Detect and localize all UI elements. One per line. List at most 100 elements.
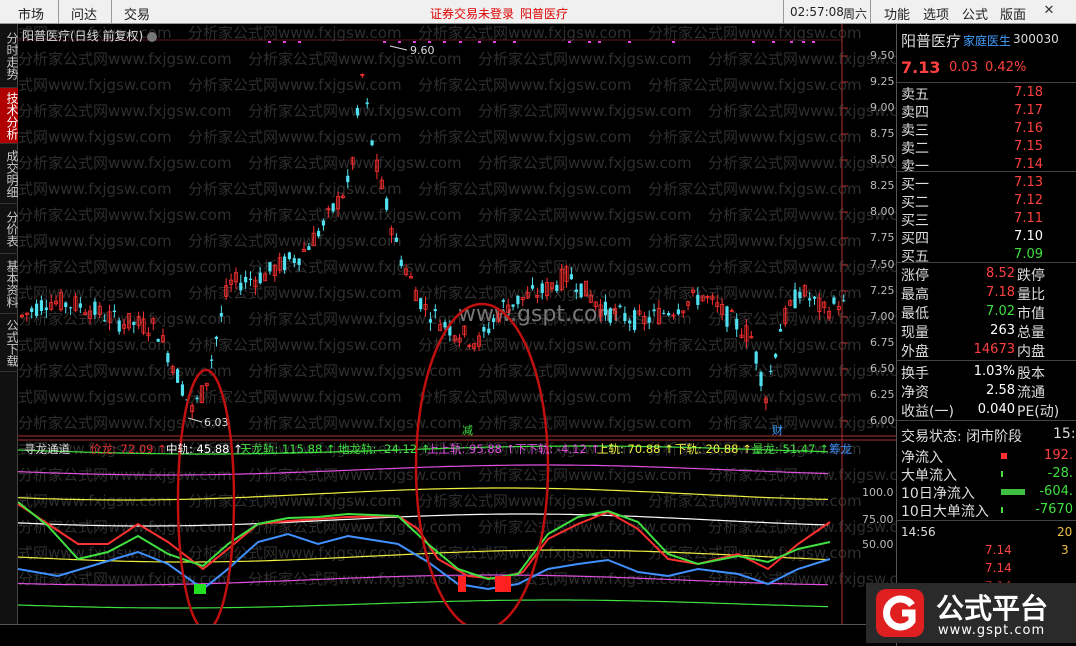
ask-price[interactable]: 7.18: [993, 85, 1043, 100]
candle-body: [156, 339, 160, 342]
candle-body: [180, 384, 185, 396]
menu-layout[interactable]: 版面: [1000, 4, 1026, 23]
indicator-name[interactable]: 寻龙通道: [24, 441, 70, 457]
bid-price[interactable]: 7.11: [993, 211, 1043, 226]
y2-tick-label: 100.0: [862, 486, 894, 499]
candle-body: [696, 294, 700, 305]
candle-body: [214, 336, 219, 339]
watermark-text: 分析家公式网www.fxjgsw.com: [418, 388, 632, 406]
top-menu-bar: 市场 问达 交易 证券交易未登录 阳普医疗 02:57:08 周六 功能 选项 …: [0, 0, 1076, 24]
chevron-down-icon[interactable]: [147, 31, 158, 42]
quote-change: 0.03: [949, 60, 978, 75]
bid-price[interactable]: 7.13: [993, 175, 1043, 190]
bid-price[interactable]: 7.09: [993, 247, 1043, 262]
watermark-text: 分析家公式网www.fxjgsw.com: [648, 76, 862, 94]
flow-label: 10日大单流入: [901, 504, 989, 520]
tab-price-table[interactable]: 分价表: [0, 204, 19, 254]
watermark-text: 分析家公式网www.fxjgsw.com: [708, 258, 896, 276]
watermark-text: 分析家公式网www.fxjgsw.com: [708, 206, 896, 224]
candle-body: [555, 284, 559, 291]
candle-body: [832, 297, 836, 304]
menu-formula[interactable]: 公式: [962, 4, 988, 23]
candle-body: [117, 320, 121, 332]
stat-label: 外盘: [901, 344, 929, 360]
candle-body: [652, 309, 656, 312]
ask-price[interactable]: 7.17: [993, 103, 1043, 118]
y-tick-label: 8.75: [870, 127, 895, 140]
candle-body: [248, 278, 253, 280]
signal-dot: [413, 41, 416, 43]
indicator-value: 下轨: 20.88 ↑: [675, 442, 752, 456]
candle-body: [516, 295, 520, 305]
tick-vol: 20: [1057, 525, 1073, 539]
close-icon[interactable]: ✕: [1042, 3, 1056, 19]
signal-dot: [478, 41, 481, 43]
watermark-text: 分析家公式网www.fxjgsw.com: [708, 414, 896, 432]
stat-label: 总量: [1017, 325, 1045, 341]
bid-price[interactable]: 7.10: [993, 229, 1043, 244]
tick-time: 14:56: [901, 525, 936, 539]
watermark-text: 分析家公式网www.fxjgsw.com: [418, 76, 632, 94]
signal-dot: [598, 41, 601, 43]
tab-tech-analysis[interactable]: 技术分析: [0, 88, 19, 144]
candle-body: [492, 318, 496, 323]
quote-pct: 0.42%: [985, 60, 1027, 75]
logo-g-icon: [876, 589, 924, 637]
signal-dot: [459, 41, 462, 43]
menu-trade[interactable]: 交易: [124, 4, 150, 23]
candle-body: [569, 274, 574, 280]
menu-wenda[interactable]: 问达: [71, 4, 97, 23]
watermark-text: 分析家公式网www.fxjgsw.com: [478, 414, 692, 432]
tab-trade-detail[interactable]: 成交明细: [0, 144, 19, 204]
quote-stock-name: 阳普医疗: [901, 32, 962, 50]
signal-dot: [568, 41, 571, 43]
tab-basic-info[interactable]: 基本资料: [0, 254, 19, 314]
candle-body: [754, 351, 758, 364]
menu-options[interactable]: 选项: [923, 4, 949, 23]
tab-timeshare[interactable]: 分时走势: [0, 24, 19, 88]
watermark-text: 分析家公式网www.fxjgsw.com: [18, 206, 232, 224]
ask-price[interactable]: 7.14: [993, 157, 1043, 172]
watermark-text: 分析家公式网www.fxjgsw.com: [18, 154, 232, 172]
ask-price[interactable]: 7.16: [993, 121, 1043, 136]
stat-value: 8.52: [986, 266, 1015, 281]
bid-price[interactable]: 7.12: [993, 193, 1043, 208]
stat-value: 14673: [973, 342, 1015, 357]
stat-label: PE(动): [1017, 404, 1060, 420]
candle-body: [39, 300, 44, 312]
ask-label: 卖三: [901, 123, 929, 139]
flow-value: 192.: [1044, 448, 1073, 463]
watermark-text: 分析家公式网www.fxjgsw.com: [708, 466, 896, 484]
y-tick-label: 6.00: [870, 414, 895, 427]
menu-function[interactable]: 功能: [884, 4, 910, 23]
stat-label: 现量: [901, 325, 929, 341]
bid-label: 买二: [901, 195, 929, 211]
candle-body: [735, 318, 739, 330]
candle-body: [394, 237, 398, 242]
sell-signal-mark: [495, 576, 511, 592]
candle-body: [331, 203, 335, 212]
candle-body: [725, 306, 729, 327]
y2-tick-label: 75.00: [862, 513, 894, 526]
quote-concept-tag[interactable]: 家庭医生: [963, 32, 1011, 49]
candle-body: [287, 252, 292, 260]
menu-market[interactable]: 市场: [18, 4, 44, 23]
tick-price: 7.14: [985, 561, 1012, 575]
indicator-value: 天龙轨: 115.88 ↑: [240, 442, 336, 456]
trade-state-time: 15:3: [1053, 426, 1076, 442]
stat-value: 1.03%: [973, 364, 1015, 379]
chart-title: 阳普医疗(日线 前复权): [22, 27, 158, 44]
login-alert[interactable]: 证券交易未登录: [430, 5, 514, 22]
ask-price[interactable]: 7.15: [993, 139, 1043, 154]
signal-dot: [443, 41, 446, 43]
watermark-text: 分析家公式网www.fxjgsw.com: [648, 336, 862, 354]
candle-body: [219, 313, 223, 317]
signal-dot: [513, 41, 516, 43]
watermark-text: 分析家公式网www.fxjgsw.com: [648, 24, 862, 42]
watermark-text: 分析家公式网www.fxjgsw.com: [18, 492, 172, 510]
kline-chart[interactable]: 分析家公式网www.fxjgsw.com 分析家公式网www.fxjgsw.com…: [18, 24, 896, 624]
signal-dot: [752, 41, 755, 43]
candle-body: [842, 300, 846, 302]
date-axis-bar: [0, 624, 896, 646]
tab-formula-download[interactable]: 公式下载: [0, 314, 19, 372]
